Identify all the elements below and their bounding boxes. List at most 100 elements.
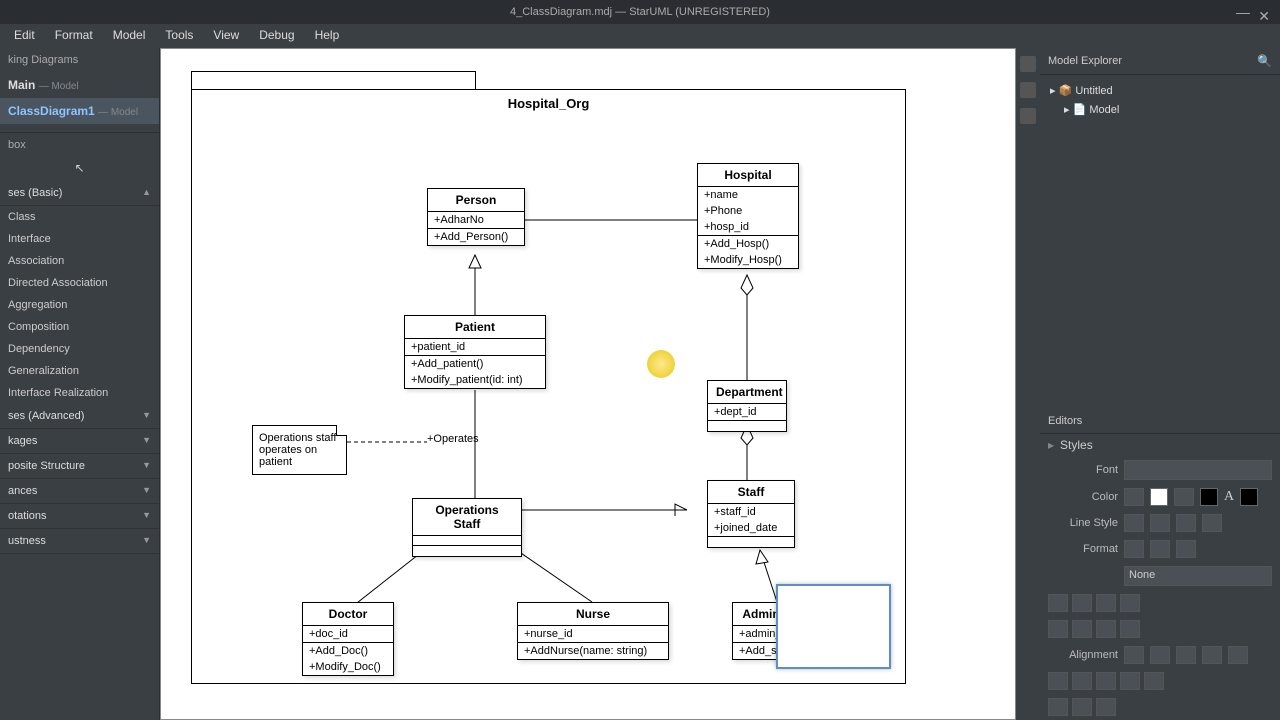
toggle-4-icon[interactable] <box>1120 594 1140 612</box>
toggle-2-icon[interactable] <box>1072 594 1092 612</box>
toolbox-header: box <box>0 132 159 157</box>
same-size-icon[interactable] <box>1144 672 1164 690</box>
space-v-icon[interactable] <box>1072 698 1092 716</box>
tool-rail <box>1016 48 1040 720</box>
align-right-icon[interactable] <box>1176 646 1196 664</box>
model-explorer-header: Model Explorer 🔍 <box>1040 48 1280 75</box>
stereotype-select[interactable]: None <box>1124 566 1272 586</box>
canvas-area[interactable]: Hospital_Org <box>160 48 1016 720</box>
class-operations-staff[interactable]: Operations Staff <box>412 498 522 557</box>
font-label: Font <box>1048 464 1118 476</box>
close-icon[interactable]: ✕ <box>1258 4 1270 28</box>
tool-class[interactable]: Class <box>0 206 159 228</box>
class-nurse[interactable]: Nurse +nurse_id +AddNurse(name: string) <box>517 602 669 660</box>
format-1-icon[interactable] <box>1124 540 1144 558</box>
menu-help[interactable]: Help <box>305 24 350 48</box>
tool-directed-association[interactable]: Directed Association <box>0 272 159 294</box>
text-color-swatch[interactable] <box>1240 488 1258 506</box>
menu-tools[interactable]: Tools <box>155 24 203 48</box>
styles-row[interactable]: ▸Styles <box>1040 434 1280 456</box>
package-tab[interactable] <box>191 71 476 89</box>
toolbox-basic-header[interactable]: ses (Basic)▲ <box>0 181 159 206</box>
toggle-1-icon[interactable] <box>1048 594 1068 612</box>
minimap[interactable] <box>776 584 891 669</box>
menu-model[interactable]: Model <box>103 24 156 48</box>
space-h-icon[interactable] <box>1048 698 1068 716</box>
toolbox-packages[interactable]: kages▼ <box>0 429 159 454</box>
tool-aggregation[interactable]: Aggregation <box>0 294 159 316</box>
line-rect-icon[interactable] <box>1124 514 1144 532</box>
pointer-icon[interactable]: ↖ <box>74 161 84 175</box>
dist-v-icon[interactable] <box>1072 672 1092 690</box>
menu-view[interactable]: View <box>203 24 249 48</box>
class-department[interactable]: Department +dept_id <box>707 380 787 432</box>
toolbox-advanced[interactable]: ses (Advanced)▼ <box>0 404 159 429</box>
chevron-down-icon: ▼ <box>142 410 151 422</box>
same-h-icon[interactable] <box>1120 672 1140 690</box>
menu-edit[interactable]: Edit <box>4 24 45 48</box>
align-center-icon[interactable] <box>1150 646 1170 664</box>
search-icon[interactable]: 🔍 <box>1257 54 1272 68</box>
grid-icon[interactable] <box>1020 108 1036 124</box>
right-panel: Model Explorer 🔍 ▸ 📦 Untitled ▸ 📄 Model … <box>1040 48 1280 720</box>
line-oblique-icon[interactable] <box>1150 514 1170 532</box>
alignment-label: Alignment <box>1048 649 1118 661</box>
tool-interface-realization[interactable]: Interface Realization <box>0 382 159 404</box>
format-label: Format <box>1048 543 1118 555</box>
tool-association[interactable]: Association <box>0 250 159 272</box>
toggle-8-icon[interactable] <box>1120 620 1140 638</box>
grid-snap-icon[interactable] <box>1096 698 1116 716</box>
toggle-3-icon[interactable] <box>1096 594 1116 612</box>
line-curve-icon[interactable] <box>1202 514 1222 532</box>
linestyle-label: Line Style <box>1048 517 1118 529</box>
chevron-down-icon: ▼ <box>142 435 151 447</box>
extension-icon[interactable] <box>1020 56 1036 72</box>
class-hospital[interactable]: Hospital +name+Phone+hosp_id +Add_Hosp()… <box>697 163 799 269</box>
class-patient[interactable]: Patient +patient_id +Add_patient()+Modif… <box>404 315 546 389</box>
font-select[interactable] <box>1124 460 1272 480</box>
toggle-7-icon[interactable] <box>1096 620 1116 638</box>
dist-h-icon[interactable] <box>1048 672 1068 690</box>
tool-generalization[interactable]: Generalization <box>0 360 159 382</box>
toolbox-instances[interactable]: ances▼ <box>0 479 159 504</box>
tool-interface[interactable]: Interface <box>0 228 159 250</box>
chevron-down-icon: ▼ <box>142 485 151 497</box>
chevron-up-icon: ▲ <box>142 187 151 199</box>
align-middle-icon[interactable] <box>1228 646 1248 664</box>
menu-debug[interactable]: Debug <box>249 24 304 48</box>
format-2-icon[interactable] <box>1150 540 1170 558</box>
toolbox-composite[interactable]: posite Structure▼ <box>0 454 159 479</box>
text-color-icon[interactable]: A <box>1224 489 1234 505</box>
align-top-icon[interactable] <box>1202 646 1222 664</box>
explorer-model[interactable]: ▸ 📄 Model <box>1046 100 1274 119</box>
tool-dependency[interactable]: Dependency <box>0 338 159 360</box>
note-operations[interactable]: Operations staff operates on patient <box>252 425 347 475</box>
working-diagrams-header: king Diagrams <box>0 48 159 72</box>
package-body[interactable]: Hospital_Org <box>191 89 906 684</box>
menu-format[interactable]: Format <box>45 24 103 48</box>
toolbox-annotations[interactable]: otations▼ <box>0 504 159 529</box>
class-person[interactable]: Person +AdharNo +Add_Person() <box>427 188 525 246</box>
package-title: Hospital_Org <box>192 96 905 111</box>
explorer-root[interactable]: ▸ 📦 Untitled <box>1046 81 1274 100</box>
toolbox-robustness[interactable]: ustness▼ <box>0 529 159 554</box>
format-3-icon[interactable] <box>1176 540 1196 558</box>
toggle-5-icon[interactable] <box>1048 620 1068 638</box>
diagram-classdiagram1[interactable]: ClassDiagram1 — Model <box>0 98 159 124</box>
tool-composition[interactable]: Composition <box>0 316 159 338</box>
fill-color-swatch[interactable] <box>1150 488 1168 506</box>
line-color-swatch[interactable] <box>1200 488 1218 506</box>
pen-icon[interactable] <box>1174 488 1194 506</box>
diagram-main[interactable]: Main — Model <box>0 72 159 98</box>
nav-icon[interactable] <box>1020 82 1036 98</box>
chevron-down-icon: ▼ <box>142 535 151 547</box>
line-rounded-icon[interactable] <box>1176 514 1196 532</box>
same-w-icon[interactable] <box>1096 672 1116 690</box>
fill-bucket-icon[interactable] <box>1124 488 1144 506</box>
minimize-icon[interactable]: — <box>1236 0 1250 24</box>
association-label: +Operates <box>427 433 479 445</box>
class-staff[interactable]: Staff +staff_id+joined_date <box>707 480 795 548</box>
class-doctor[interactable]: Doctor +doc_id +Add_Doc()+Modify_Doc() <box>302 602 394 676</box>
align-left-icon[interactable] <box>1124 646 1144 664</box>
toggle-6-icon[interactable] <box>1072 620 1092 638</box>
